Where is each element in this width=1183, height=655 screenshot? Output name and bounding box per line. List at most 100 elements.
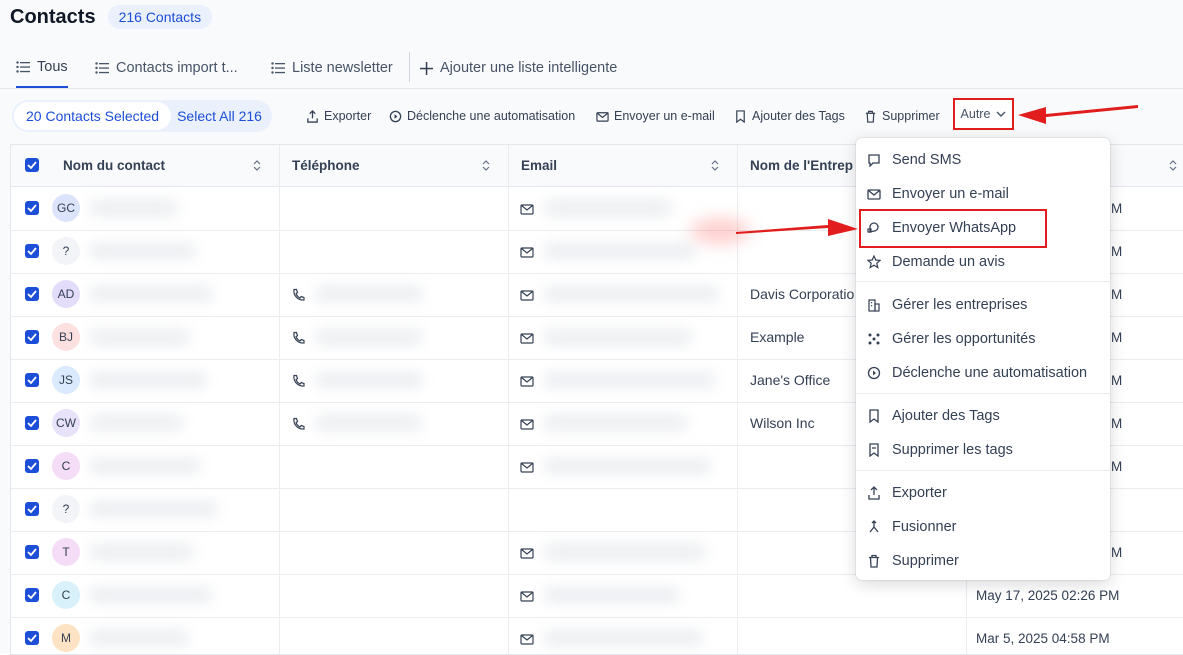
menu-item-manage-companies[interactable]: Gérer les entreprises (856, 288, 1110, 322)
tab-tous[interactable]: Tous (16, 48, 68, 88)
sort-icon[interactable] (253, 159, 261, 172)
redacted-email (543, 285, 719, 303)
check-icon (27, 290, 37, 298)
check-icon (27, 376, 37, 384)
company-name[interactable]: Example (750, 329, 804, 345)
menu-item-export[interactable]: Exporter (856, 476, 1110, 510)
redacted-name (89, 414, 184, 432)
annotation-arrow-whatsapp (736, 219, 858, 236)
row-checkbox[interactable] (25, 631, 39, 645)
redacted-email (543, 543, 707, 561)
tab-contacts-import[interactable]: Contacts import t... (95, 48, 238, 88)
avatar: C (52, 452, 80, 480)
company-name[interactable]: Wilson Inc (750, 415, 815, 431)
phone-icon (291, 374, 305, 388)
date-cell: M (1111, 373, 1123, 388)
menu-item-add-tags[interactable]: Ajouter des Tags (856, 399, 1110, 433)
automation-icon (389, 110, 402, 122)
company-name[interactable]: Davis Corporatio (750, 286, 854, 302)
mail-icon (520, 632, 534, 646)
mail-icon (596, 111, 609, 122)
redacted-email (543, 328, 692, 346)
check-icon (27, 161, 37, 169)
tag-icon (736, 109, 745, 123)
avatar: BJ (52, 323, 80, 351)
selection-group: 20 Contacts Selected Select All 216 (12, 100, 272, 132)
row-checkbox[interactable] (25, 244, 39, 258)
sort-icon[interactable] (711, 159, 719, 172)
redacted-phone (315, 285, 423, 303)
menu-item-request-review[interactable]: Demande un avis (856, 245, 1110, 279)
select-all-button[interactable]: Select All 216 (171, 102, 270, 130)
row-checkbox[interactable] (25, 287, 39, 301)
export-button[interactable]: Exporter (306, 106, 371, 126)
check-icon (27, 591, 37, 599)
date-cell: M (1111, 459, 1123, 474)
menu-item-trigger-automation[interactable]: Déclenche une automatisation (856, 356, 1110, 390)
menu-item-remove-tags[interactable]: Supprimer les tags (856, 433, 1110, 467)
tag-remove-icon (866, 443, 881, 458)
tab-liste-newsletter[interactable]: Liste newsletter (271, 48, 393, 88)
redacted-name (89, 285, 213, 303)
redacted-email (543, 371, 715, 389)
menu-item-merge[interactable]: Fusionner (856, 510, 1110, 544)
menu-divider (856, 393, 1110, 394)
row-checkbox[interactable] (25, 459, 39, 473)
sort-icon[interactable] (1169, 159, 1177, 172)
redacted-email (543, 457, 711, 475)
redacted-email (543, 242, 696, 260)
row-checkbox[interactable] (25, 545, 39, 559)
tab-label: Ajouter une liste intelligente (440, 60, 618, 76)
table-row[interactable]: M Mar 5, 2025 04:58 PM (11, 617, 1183, 654)
chat-bubble-icon (866, 153, 881, 168)
trash-icon (866, 554, 881, 569)
mail-icon (866, 187, 881, 202)
column-header-email[interactable]: Email (521, 145, 557, 186)
avatar: T (52, 538, 80, 566)
date-cell: M (1111, 287, 1123, 302)
trigger-automation-button[interactable]: Déclenche une automatisation (389, 106, 575, 126)
menu-item-send-email[interactable]: Envoyer un e-mail (856, 177, 1110, 211)
check-icon (27, 634, 37, 642)
more-actions-dropdown[interactable]: Autre (953, 98, 1014, 130)
phone-icon (291, 288, 305, 302)
company-name[interactable]: Jane's Office (750, 372, 830, 388)
check-icon (27, 333, 37, 341)
redacted-phone (315, 328, 423, 346)
tab-label: Contacts import t... (116, 60, 238, 76)
select-all-checkbox[interactable] (25, 158, 39, 172)
contacts-selected-button[interactable]: 20 Contacts Selected (14, 102, 172, 130)
tag-icon (866, 409, 881, 424)
row-checkbox[interactable] (25, 416, 39, 430)
row-checkbox[interactable] (25, 201, 39, 215)
row-checkbox[interactable] (25, 502, 39, 516)
column-header-name[interactable]: Nom du contact (63, 145, 165, 186)
mail-icon (520, 589, 534, 603)
menu-item-manage-opportunities[interactable]: Gérer les opportunités (856, 322, 1110, 356)
row-checkbox[interactable] (25, 588, 39, 602)
table-row[interactable]: C May 17, 2025 02:26 PM (11, 574, 1183, 618)
menu-item-delete[interactable]: Supprimer (856, 544, 1110, 578)
menu-divider (856, 470, 1110, 471)
column-header-company[interactable]: Nom de l'Entrep (750, 145, 853, 186)
mail-icon (520, 331, 534, 345)
date-cell: Mar 5, 2025 04:58 PM (976, 631, 1110, 646)
redacted-name (89, 543, 195, 561)
sort-icon[interactable] (482, 159, 490, 172)
check-icon (27, 247, 37, 255)
redacted-name (89, 629, 189, 647)
tab-add-smart-list[interactable]: Ajouter une liste intelligente (419, 48, 617, 88)
merge-icon (866, 520, 881, 535)
row-checkbox[interactable] (25, 373, 39, 387)
avatar: GC (52, 194, 80, 222)
check-icon (27, 505, 37, 513)
delete-button[interactable]: Supprimer (864, 106, 940, 126)
mail-icon (520, 245, 534, 259)
send-email-button[interactable]: Envoyer un e-mail (596, 106, 715, 126)
bulk-actions-toolbar: 20 Contacts Selected Select All 216 (12, 100, 272, 132)
column-header-phone[interactable]: Téléphone (292, 145, 360, 186)
add-tags-button[interactable]: Ajouter des Tags (734, 106, 845, 126)
menu-item-send-sms[interactable]: Send SMS (856, 143, 1110, 177)
automation-icon (866, 366, 881, 381)
row-checkbox[interactable] (25, 330, 39, 344)
